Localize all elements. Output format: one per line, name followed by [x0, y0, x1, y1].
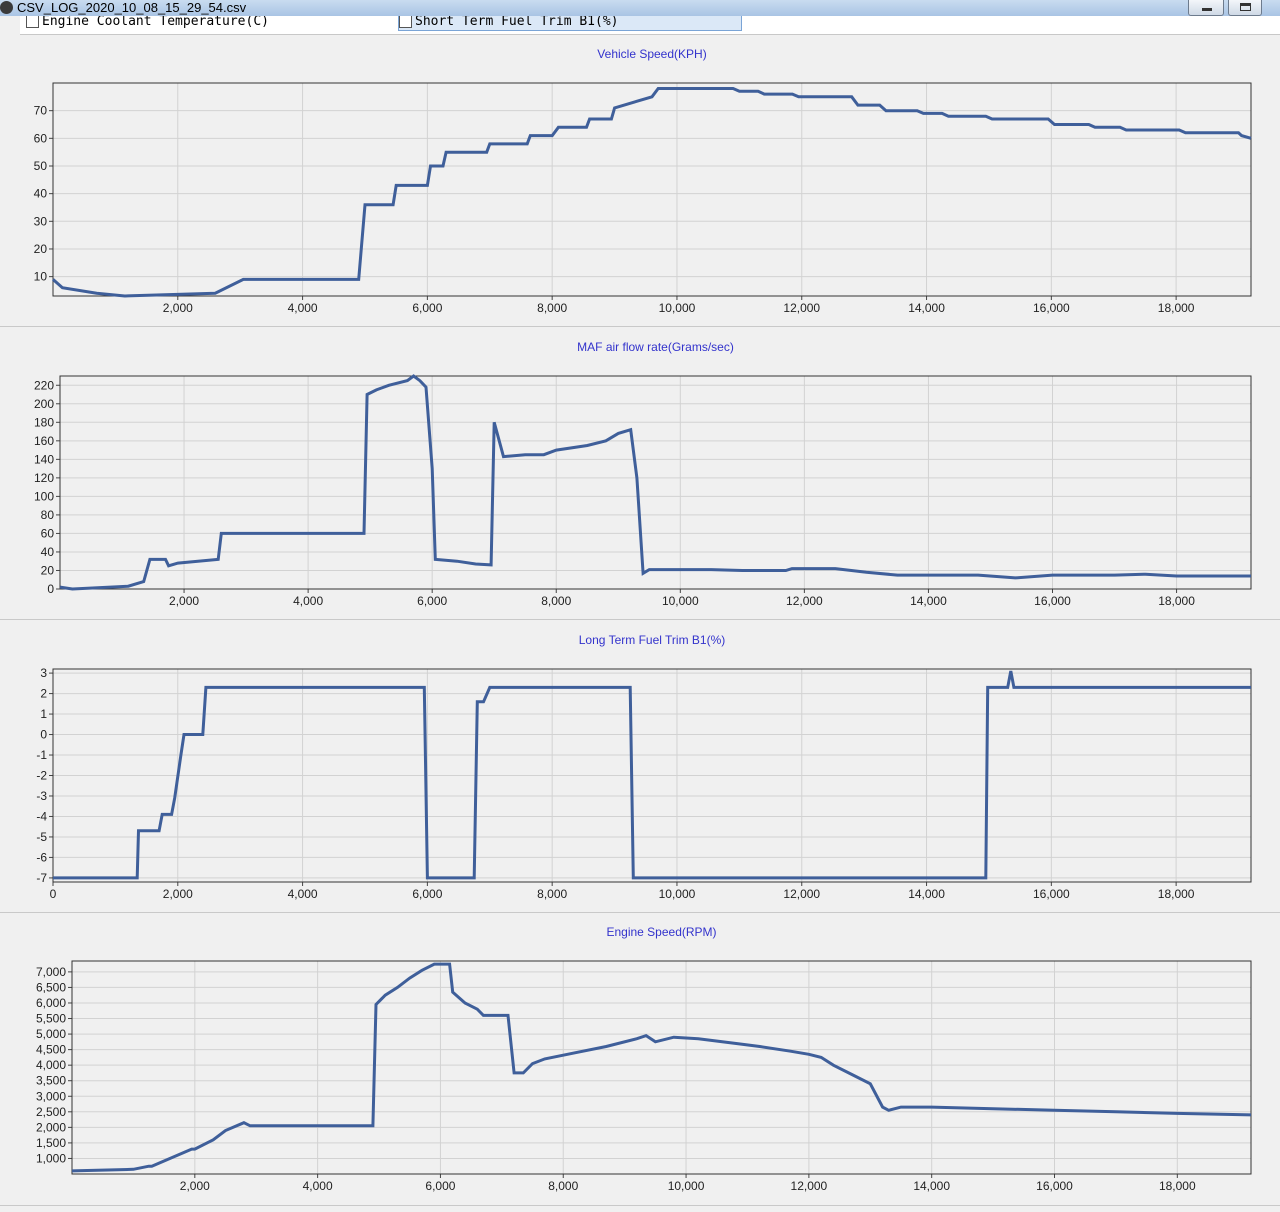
x-tick-label: 12,000: [783, 301, 820, 315]
x-tick-label: 2,000: [163, 301, 193, 315]
y-tick-label: 1: [40, 707, 47, 721]
x-tick-label: 14,000: [913, 1179, 950, 1193]
x-tick-label: 18,000: [1159, 1179, 1196, 1193]
y-tick-label: 60: [34, 131, 48, 145]
y-tick-label: 1,500: [36, 1136, 66, 1150]
chart-title: Engine Speed(RPM): [606, 925, 716, 939]
chart-4: 2,000 4,000 6,000 8,000 10,000 12,000 14,000 16…: [36, 925, 1252, 1193]
y-tick-label: -1: [36, 748, 47, 762]
x-tick-label: 8,000: [537, 887, 567, 901]
x-tick-label: 14,000: [910, 594, 947, 608]
y-tick-label: 0: [40, 728, 47, 742]
y-tick-label: 200: [34, 397, 54, 411]
y-tick-label: 70: [34, 104, 48, 118]
x-tick-label: 16,000: [1033, 887, 1070, 901]
x-tick-label: 14,000: [908, 301, 945, 315]
y-tick-label: 120: [34, 471, 54, 485]
y-tick-label: -2: [36, 769, 47, 783]
x-tick-label: 2,000: [180, 1179, 210, 1193]
y-tick-label: 7,000: [36, 965, 66, 979]
x-tick-label: 8,000: [537, 301, 567, 315]
chart-title: Vehicle Speed(KPH): [597, 47, 706, 61]
x-tick-label: 6,000: [417, 594, 447, 608]
y-tick-label: 2: [40, 687, 47, 701]
plot-area: [72, 961, 1251, 1174]
y-tick-label: 220: [34, 378, 54, 392]
y-tick-label: 5,500: [36, 1012, 66, 1026]
x-tick-label: 2,000: [163, 887, 193, 901]
x-tick-label: 4,000: [288, 887, 318, 901]
y-tick-label: 6,000: [36, 996, 66, 1010]
y-tick-label: 3,000: [36, 1089, 66, 1103]
y-tick-label: -4: [36, 809, 47, 823]
x-tick-label: 6,000: [425, 1179, 455, 1193]
y-tick-label: 4,500: [36, 1043, 66, 1057]
y-tick-label: 6,500: [36, 980, 66, 994]
x-tick-label: 6,000: [412, 887, 442, 901]
x-tick-label: 16,000: [1036, 1179, 1073, 1193]
y-tick-label: 180: [34, 415, 54, 429]
y-tick-label: 80: [41, 508, 55, 522]
charts-canvas: 2,000 4,000 6,000 8,000 10,000 12,000 14,000 16…: [34, 47, 1252, 1193]
x-tick-label: 6,000: [412, 301, 442, 315]
y-tick-label: 100: [34, 489, 54, 503]
x-tick-label: 16,000: [1033, 301, 1070, 315]
x-tick-label: 10,000: [659, 887, 696, 901]
plot-area: [53, 83, 1251, 296]
y-tick-label: 3,500: [36, 1074, 66, 1088]
chart-2: 2,000 4,000 6,000 8,000 10,000 12,000 14,000 16…: [34, 340, 1252, 608]
y-tick-label: 20: [34, 242, 48, 256]
y-tick-label: 4,000: [36, 1058, 66, 1072]
x-tick-label: 18,000: [1158, 594, 1195, 608]
x-tick-label: 0: [50, 887, 57, 901]
x-tick-label: 18,000: [1158, 301, 1195, 315]
y-tick-label: 40: [41, 545, 55, 559]
y-tick-label: 2,500: [36, 1105, 66, 1119]
y-tick-label: 10: [34, 270, 48, 284]
x-tick-label: 10,000: [662, 594, 699, 608]
y-tick-label: 30: [34, 214, 48, 228]
y-tick-label: 160: [34, 434, 54, 448]
y-tick-label: 1,000: [36, 1151, 66, 1165]
chart-title: MAF air flow rate(Grams/sec): [577, 340, 734, 354]
y-tick-label: 0: [47, 582, 54, 596]
y-tick-label: -7: [36, 871, 47, 885]
x-tick-label: 14,000: [908, 887, 945, 901]
y-tick-label: 40: [34, 187, 48, 201]
y-tick-label: 2,000: [36, 1120, 66, 1134]
x-tick-label: 18,000: [1158, 887, 1195, 901]
x-tick-label: 12,000: [783, 887, 820, 901]
x-tick-label: 10,000: [668, 1179, 705, 1193]
plot-area: [60, 376, 1251, 589]
chart-1: 2,000 4,000 6,000 8,000 10,000 12,000 14,000 16…: [34, 47, 1252, 315]
y-tick-label: 50: [34, 159, 48, 173]
y-tick-label: -6: [36, 850, 47, 864]
y-tick-label: -3: [36, 789, 47, 803]
y-tick-label: 140: [34, 452, 54, 466]
x-tick-label: 2,000: [169, 594, 199, 608]
y-tick-label: -5: [36, 830, 47, 844]
chart-title: Long Term Fuel Trim B1(%): [579, 633, 726, 647]
y-tick-label: 5,000: [36, 1027, 66, 1041]
x-tick-label: 8,000: [541, 594, 571, 608]
x-tick-label: 16,000: [1034, 594, 1071, 608]
x-tick-label: 12,000: [786, 594, 823, 608]
y-tick-label: 3: [40, 666, 47, 680]
chart-3: 0 2,000 4,000 6,000 8,000 10,000 12,000 14,000 1…: [36, 633, 1252, 901]
x-tick-label: 4,000: [288, 301, 318, 315]
y-tick-label: 20: [41, 563, 55, 577]
x-tick-label: 4,000: [293, 594, 323, 608]
y-tick-label: 60: [41, 526, 55, 540]
x-tick-label: 4,000: [303, 1179, 333, 1193]
x-tick-label: 10,000: [659, 301, 696, 315]
x-tick-label: 12,000: [791, 1179, 828, 1193]
x-tick-label: 8,000: [548, 1179, 578, 1193]
